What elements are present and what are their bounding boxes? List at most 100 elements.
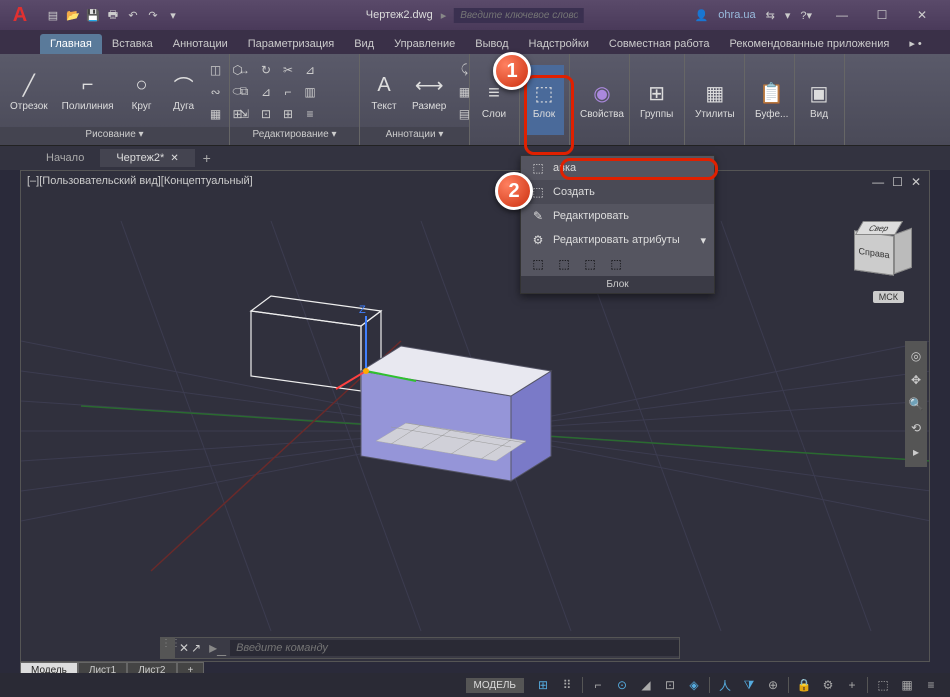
sb-snap-icon[interactable]: ⠿ xyxy=(556,675,578,695)
tab-manage[interactable]: Управление xyxy=(384,34,465,54)
cmd-grip-icon[interactable]: ⋮⋮ xyxy=(161,638,175,658)
tab-annotate[interactable]: Аннотации xyxy=(163,34,238,54)
print-icon[interactable]: 🖶 xyxy=(104,6,122,24)
copy-icon[interactable]: ⧉ xyxy=(234,82,254,102)
tab-view[interactable]: Вид xyxy=(344,34,384,54)
dd-edit-item[interactable]: ✎Редактировать xyxy=(521,204,714,228)
sb-osnap-icon[interactable]: ⊡ xyxy=(659,675,681,695)
app-logo[interactable]: A xyxy=(0,0,40,30)
dimension-button[interactable]: ⟷Размер xyxy=(406,57,452,127)
viewcube-side[interactable] xyxy=(894,228,912,275)
sb-quickprops-icon[interactable]: ▦ xyxy=(896,675,918,695)
help-icon[interactable]: ?▾ xyxy=(800,9,812,22)
array-icon[interactable]: ⊞ xyxy=(278,104,298,124)
3d-scene[interactable]: Z xyxy=(21,171,929,661)
coord-system-label[interactable]: МСК xyxy=(873,291,904,303)
save-icon[interactable]: 💾 xyxy=(84,6,102,24)
signin-icon[interactable]: 👤 xyxy=(695,9,709,22)
modify-tool-icon[interactable]: ≡ xyxy=(300,104,320,124)
panel-modify-title[interactable]: Редактирование ▾ xyxy=(230,127,359,145)
utilities-button[interactable]: ▦Утилиты xyxy=(689,65,741,135)
tab-insert[interactable]: Вставка xyxy=(102,34,163,54)
draw-tool-icon[interactable]: ∾ xyxy=(206,82,226,102)
viewcube-top[interactable]: Свер xyxy=(855,221,903,235)
tab-parametric[interactable]: Параметризация xyxy=(238,34,344,54)
polyline-button[interactable]: ⌐Полилиния xyxy=(56,57,120,127)
nav-wheel-icon[interactable]: ◎ xyxy=(905,345,927,367)
dd-create-item[interactable]: ⬚Создать xyxy=(521,180,714,204)
qat-menu-icon[interactable]: ▤ xyxy=(44,6,62,24)
modify-tool-icon[interactable]: ▥ xyxy=(300,82,320,102)
cart-icon[interactable]: ▾ xyxy=(785,9,791,22)
sb-gizmo-icon[interactable]: ⊕ xyxy=(762,675,784,695)
cmd-close-icon[interactable]: ✕ xyxy=(179,641,189,655)
tab-more-icon[interactable]: ▸ • xyxy=(899,33,931,54)
sb-3dosnap-icon[interactable]: ◈ xyxy=(683,675,705,695)
tab-home[interactable]: Главная xyxy=(40,34,102,54)
sb-units-icon[interactable]: ⬚ xyxy=(872,675,894,695)
pan-icon[interactable]: ✥ xyxy=(905,369,927,391)
sb-workspace-icon[interactable]: ⚙ xyxy=(817,675,839,695)
sb-grid-icon[interactable]: ⊞ xyxy=(532,675,554,695)
circle-button[interactable]: ○Круг xyxy=(122,57,162,127)
showmotion-icon[interactable]: ▸ xyxy=(905,441,927,463)
text-button[interactable]: AТекст xyxy=(364,57,404,127)
sb-polar-icon[interactable]: ⊙ xyxy=(611,675,633,695)
dd-tool-icon[interactable]: ⬚ xyxy=(529,256,547,272)
tab-output[interactable]: Вывод xyxy=(465,34,518,54)
cmd-recent-icon[interactable]: ↗ xyxy=(191,641,201,655)
sb-model-label[interactable]: МОДЕЛЬ xyxy=(466,678,524,693)
tab-collaborate[interactable]: Совместная работа xyxy=(599,34,720,54)
tab-close-icon[interactable]: ✕ xyxy=(170,153,178,164)
zoom-icon[interactable]: 🔍 xyxy=(905,393,927,415)
modify-tool-icon[interactable]: ⊿ xyxy=(300,60,320,80)
undo-icon[interactable]: ↶ xyxy=(124,6,142,24)
open-icon[interactable]: 📂 xyxy=(64,6,82,24)
dd-attrs-item[interactable]: ⚙Редактировать атрибуты▾ xyxy=(521,228,714,252)
user-label[interactable]: ohra.ua xyxy=(718,9,755,21)
dd-tool-icon[interactable]: ⬚ xyxy=(555,256,573,272)
sb-annoscale-icon[interactable]: 🔒 xyxy=(793,675,815,695)
qat-dropdown-icon[interactable]: ▾ xyxy=(164,6,182,24)
sb-annomonitor-icon[interactable]: + xyxy=(841,675,863,695)
maximize-button[interactable]: ☐ xyxy=(862,0,902,30)
viewcube-front[interactable]: Справа xyxy=(854,230,894,276)
tab-add-button[interactable]: + xyxy=(195,150,219,166)
tab-drawing[interactable]: Чертеж2*✕ xyxy=(100,149,194,167)
groups-button[interactable]: ⊞Группы xyxy=(634,65,679,135)
sb-filter-icon[interactable]: ⧩ xyxy=(738,675,760,695)
tab-addins[interactable]: Надстройки xyxy=(519,34,599,54)
minimize-button[interactable]: — xyxy=(822,0,862,30)
rotate-icon[interactable]: ↻ xyxy=(256,60,276,80)
mirror-icon[interactable]: ⊿ xyxy=(256,82,276,102)
sb-iso-icon[interactable]: ◢ xyxy=(635,675,657,695)
move-icon[interactable]: ↔ xyxy=(234,60,254,80)
tab-featured-apps[interactable]: Рекомендованные приложения xyxy=(720,34,900,54)
properties-button[interactable]: ◉Свойства xyxy=(574,65,630,135)
clipboard-button[interactable]: 📋Буфе... xyxy=(749,65,794,135)
line-button[interactable]: ╱Отрезок xyxy=(4,57,54,127)
draw-tool-icon[interactable]: ▦ xyxy=(206,104,226,124)
panel-draw-title[interactable]: Рисование ▾ xyxy=(0,127,229,145)
viewport[interactable]: [–][Пользовательский вид][Концептуальный… xyxy=(20,170,930,662)
viewcube[interactable]: Справа Свер xyxy=(849,221,909,281)
panel-anno-title[interactable]: Аннотации ▾ xyxy=(360,127,469,145)
dd-insert-item[interactable]: ⬚авка xyxy=(521,156,714,180)
stretch-icon[interactable]: ⇲ xyxy=(234,104,254,124)
scale-icon[interactable]: ⊡ xyxy=(256,104,276,124)
close-button[interactable]: ✕ xyxy=(902,0,942,30)
dd-tool-icon[interactable]: ⬚ xyxy=(581,256,599,272)
command-input[interactable] xyxy=(230,640,679,656)
fillet-icon[interactable]: ⌐ xyxy=(278,82,298,102)
orbit-icon[interactable]: ⟲ xyxy=(905,417,927,439)
sb-ortho-icon[interactable]: ⌐ xyxy=(587,675,609,695)
redo-icon[interactable]: ↷ xyxy=(144,6,162,24)
sb-customize-icon[interactable]: ≡ xyxy=(920,675,942,695)
exchange-icon[interactable]: ⇆ xyxy=(766,9,775,22)
draw-tool-icon[interactable]: ◫ xyxy=(206,60,226,80)
sb-dynucs-icon[interactable]: 人 xyxy=(714,675,736,695)
dd-tool-icon[interactable]: ⬚ xyxy=(607,256,625,272)
arc-button[interactable]: ⌒Дуга xyxy=(164,57,204,127)
trim-icon[interactable]: ✂ xyxy=(278,60,298,80)
keyword-search-input[interactable] xyxy=(454,8,584,23)
